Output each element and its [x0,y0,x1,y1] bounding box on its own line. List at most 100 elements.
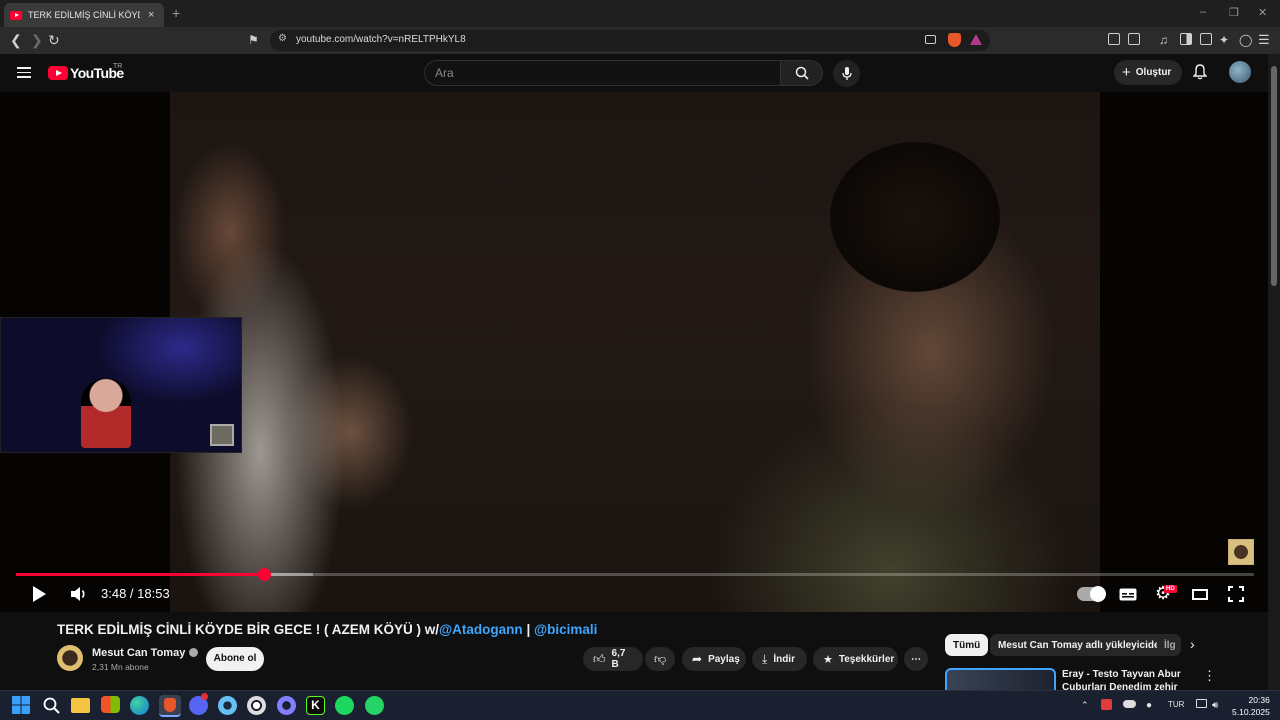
browser-tab[interactable]: TERK EDİLMİŞ CİNLİ KÖYDE BİR GECE ! ( AZ… [4,3,164,27]
minimize-button[interactable]: – [1200,6,1206,18]
onedrive-icon[interactable] [1123,700,1136,708]
bookmark-icon[interactable]: ⚑ [248,32,259,48]
spotify-icon[interactable] [335,696,354,715]
address-bar[interactable]: ⚙ youtube.com/watch?v=nRELTPHkYL8 [270,30,990,51]
leo-ai-icon[interactable]: ✦ [1219,32,1229,48]
autoplay-toggle[interactable] [1077,586,1106,602]
youtube-header: YouTube TR + Oluştur [0,54,1268,92]
youtube-favicon-icon [10,10,22,20]
edge-icon[interactable] [130,696,149,715]
wall-picture-frame [210,424,234,446]
browser-tab-bar: TERK EDİLMİŞ CİNLİ KÖYDE BİR GECE ! ( AZ… [0,0,1280,27]
channel-name[interactable]: Mesut Can Tomay [92,647,199,659]
sidebar-icon[interactable] [1180,33,1192,45]
chip-related[interactable]: İlg [1157,634,1181,656]
new-tab-button[interactable]: + [172,5,180,21]
taskbar-search-icon[interactable] [42,696,61,715]
recommendation-thumbnail[interactable] [945,668,1056,690]
kick-icon[interactable]: K [306,696,325,715]
screenshot-icon[interactable] [1128,33,1140,45]
voice-search-button[interactable] [833,60,860,87]
tray-app-icon[interactable] [1101,699,1112,710]
country-code: TR [113,63,123,70]
video-frame [170,92,1100,612]
guide-menu-icon[interactable] [17,67,31,78]
thanks-button[interactable]: ★ Teşekkürler [813,647,898,671]
tab-close-button[interactable]: × [148,9,154,21]
maximize-button[interactable]: ❐ [1229,6,1239,19]
progress-bar[interactable] [16,568,1254,581]
more-actions-button[interactable]: ⋯ [904,647,928,671]
create-label: Oluştur [1135,67,1172,78]
brave-rewards-icon[interactable] [970,34,982,45]
tray-expand-icon[interactable]: ⌃ [1081,700,1089,711]
video-player[interactable]: 3:48 / 18:53 ⚙ HD [0,92,1268,612]
youtube-logo-icon[interactable] [48,66,68,80]
settings-button[interactable]: ⚙ HD [1155,583,1179,603]
network-icon[interactable] [1196,699,1207,708]
fullscreen-icon[interactable] [1228,586,1244,602]
thanks-label: Teşekkürler [838,653,895,665]
channel-watermark[interactable] [1228,539,1254,565]
streamer-webcam-overlay [0,317,242,453]
create-button[interactable]: + Oluştur [1114,60,1182,85]
theater-mode-icon[interactable] [1192,589,1208,600]
back-icon[interactable]: ❮ [10,32,22,48]
notifications-bell-icon[interactable] [1193,64,1207,80]
search-button[interactable] [781,60,823,86]
dislike-button[interactable]: 👎︎ [645,647,675,671]
clock-date: 5.10.2025 [1232,707,1270,717]
like-count: 6,7 B [611,648,626,670]
whatsapp-icon[interactable] [365,696,384,715]
hd-badge: HD [1164,585,1177,593]
volume-tray-icon[interactable]: 🔊︎ [1212,700,1218,711]
vpn-icon[interactable]: ◯ [1239,32,1252,48]
subtitles-icon[interactable] [1119,588,1137,601]
steam-icon[interactable] [218,696,237,715]
play-icon[interactable] [31,585,47,603]
store-icon[interactable] [101,696,120,713]
chrome-icon[interactable] [247,696,266,715]
mention-link-bicimali[interactable]: @bicimali [534,622,597,637]
mention-link-atadogann[interactable]: @Atadogann [439,622,523,637]
forward-icon[interactable]: ❯ [31,32,43,48]
page-scrollbar[interactable] [1268,54,1280,690]
chip-from-uploader[interactable]: Mesut Can Tomay adlı yükleyiciden [990,634,1174,656]
video-title-text: TERK EDİLMİŞ CİNLİ KÖYDE BİR GECE ! ( AZ… [57,622,440,637]
search-input[interactable] [435,66,765,80]
brave-taskbar-button[interactable] [159,695,181,717]
microphone-tray-icon[interactable]: ● [1146,700,1152,711]
wallet-icon[interactable] [1200,33,1212,45]
thanks-icon: ★ [823,653,833,666]
site-info-icon[interactable]: ⚙ [278,33,287,44]
volume-icon[interactable] [70,586,88,602]
chip-scroll-right-icon[interactable]: › [1190,636,1195,652]
extensions-icon[interactable] [1108,33,1120,45]
file-explorer-icon[interactable] [71,698,90,713]
account-avatar[interactable] [1229,61,1251,83]
menu-icon[interactable]: ☰ [1258,32,1270,48]
obs-icon[interactable] [277,696,296,715]
thumbs-down-icon: 👎︎ [654,651,667,666]
media-icon[interactable]: ♫ [1159,32,1168,48]
brave-shields-icon[interactable] [948,33,961,47]
like-button[interactable]: 👍︎ 6,7 B [583,647,643,671]
chip-all[interactable]: Tümü [945,634,989,656]
language-indicator[interactable]: TUR [1168,700,1184,709]
played-bar [16,573,265,576]
subscribe-button[interactable]: Abone ol [206,647,264,671]
reload-icon[interactable]: ↻ [48,32,60,48]
scrollbar-thumb[interactable] [1271,66,1277,286]
tab-title: TERK EDİLMİŞ CİNLİ KÖYDE BİR GECE ! ( AZ… [28,10,140,20]
search-box[interactable] [424,60,781,86]
recommendation-menu-icon[interactable]: ⋮ [1203,668,1216,684]
channel-name-text[interactable]: Mesut Can Tomay [92,647,185,659]
recommendation-title[interactable]: Eray - Testo Tayvan Abur Cuburları Dened… [1062,668,1187,690]
windows-start-icon[interactable] [12,696,30,714]
download-button[interactable]: ⤓ İndir [752,647,807,671]
close-window-button[interactable]: ✕ [1258,6,1267,19]
channel-avatar[interactable] [57,645,83,671]
taskbar-clock[interactable]: 20:36 5.10.2025 [1232,694,1270,718]
cast-icon[interactable] [925,35,936,44]
share-button[interactable]: ➦ Paylaş [682,647,746,671]
